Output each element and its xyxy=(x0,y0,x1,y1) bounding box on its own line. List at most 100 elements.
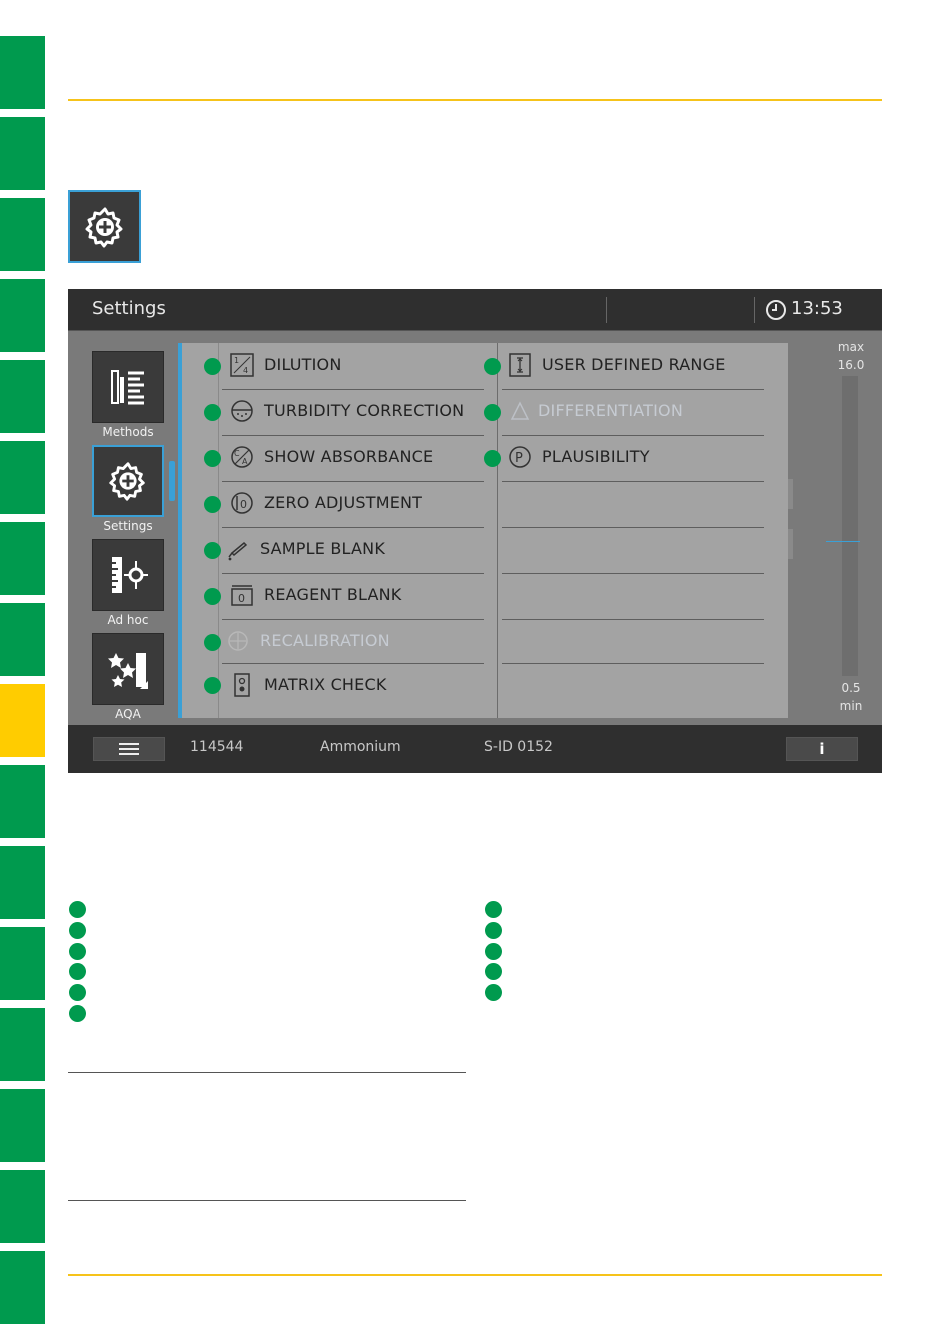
menu-button[interactable] xyxy=(93,737,165,761)
divider-line xyxy=(68,1072,466,1073)
legend-dot xyxy=(485,963,502,980)
legend-dot xyxy=(69,943,86,960)
side-tab xyxy=(0,360,45,433)
user-range-icon xyxy=(509,353,531,377)
side-tab xyxy=(0,441,45,514)
sidebar-label-adhoc: Ad hoc xyxy=(107,613,149,627)
sidebar-scroll-indicator[interactable] xyxy=(169,461,175,501)
settings-gear-icon xyxy=(68,190,141,263)
method-number: 114544 xyxy=(190,739,244,755)
reagent-blank-icon: 0 xyxy=(231,585,253,606)
settings-gear-icon xyxy=(109,462,145,501)
side-tab xyxy=(0,198,45,271)
svg-text:P: P xyxy=(515,451,523,466)
legend-dot xyxy=(69,984,86,1001)
annotation-dot xyxy=(204,404,221,421)
svg-text:C: C xyxy=(234,449,240,458)
matrix-check-icon xyxy=(234,673,250,697)
annotation-dot xyxy=(484,450,501,467)
menu-item-turbidity-correction[interactable]: TURBIDITY CORRECTION xyxy=(230,389,480,435)
bottom-rule xyxy=(68,1274,882,1276)
sample-id: S-ID 0152 xyxy=(484,739,553,755)
menu-item-user-defined-range[interactable]: USER DEFINED RANGE xyxy=(508,343,768,389)
sidebar-item-methods[interactable] xyxy=(92,351,164,423)
annotation-dot xyxy=(204,450,221,467)
menu-item-reagent-blank[interactable]: 0 REAGENT BLANK xyxy=(230,573,480,619)
annotation-dot xyxy=(204,496,221,513)
turbidity-icon xyxy=(231,400,253,422)
range-marker xyxy=(826,541,860,542)
annotation-dot xyxy=(204,358,221,375)
zero-adjustment-icon: 0 xyxy=(231,492,253,514)
menu-item-recalibration[interactable]: RECALIBRATION xyxy=(226,619,480,665)
sample-blank-icon xyxy=(228,541,248,561)
annotation-dot xyxy=(204,588,221,605)
annotation-dot xyxy=(204,677,221,694)
settings-menu-panel: 14 DILUTION TURBIDITY CORRECTION CA SHOW… xyxy=(178,343,788,718)
annotation-dot xyxy=(484,404,501,421)
side-tab xyxy=(0,1008,45,1081)
legend-dot xyxy=(69,1005,86,1022)
sidebar-item-adhoc[interactable] xyxy=(92,539,164,611)
hamburger-icon xyxy=(119,743,139,745)
sidebar-item-settings[interactable] xyxy=(92,445,164,517)
svg-text:4: 4 xyxy=(243,366,248,375)
range-max-value: 16.0 xyxy=(837,358,865,372)
parameter-name: Ammonium xyxy=(320,739,401,755)
side-tab xyxy=(0,846,45,919)
side-tab xyxy=(0,36,45,109)
annotation-dot xyxy=(204,542,221,559)
methods-icon xyxy=(111,370,144,405)
plausibility-icon: P xyxy=(509,446,531,468)
menu-item-dilution[interactable]: 14 DILUTION xyxy=(230,343,480,389)
menu-item-sample-blank[interactable]: SAMPLE BLANK xyxy=(226,527,480,573)
side-tab xyxy=(0,765,45,838)
absorbance-icon: CA xyxy=(231,446,253,468)
side-tab xyxy=(0,603,45,676)
side-tab xyxy=(0,927,45,1000)
device-screen: Settings 13:53 Methods Settings Ad hoc A… xyxy=(68,289,882,773)
adhoc-icon xyxy=(112,557,148,593)
legend-dot xyxy=(69,901,86,918)
svg-text:0: 0 xyxy=(238,592,245,605)
range-scale xyxy=(842,376,858,676)
top-rule xyxy=(68,99,882,101)
screen-title: Settings xyxy=(92,298,166,319)
sidebar-item-aqa[interactable] xyxy=(92,633,164,705)
menu-item-differentiation[interactable]: DIFFERENTIATION xyxy=(508,389,768,435)
side-tab xyxy=(0,522,45,595)
menu-item-matrix-check[interactable]: MATRIX CHECK xyxy=(230,663,480,709)
range-min-label: min xyxy=(839,699,863,713)
annotation-dot xyxy=(484,358,501,375)
menu-item-show-absorbance[interactable]: CA SHOW ABSORBANCE xyxy=(230,435,480,481)
svg-text:1: 1 xyxy=(234,356,239,365)
side-tab xyxy=(0,279,45,352)
side-tab-active xyxy=(0,684,45,757)
legend-dot xyxy=(69,963,86,980)
divider-line xyxy=(68,1200,466,1201)
menu-item-zero-adjustment[interactable]: 0 ZERO ADJUSTMENT xyxy=(230,481,480,527)
legend-dot xyxy=(485,922,502,939)
sidebar-label-settings: Settings xyxy=(103,519,153,533)
recalibration-icon xyxy=(228,631,248,651)
menu-item-plausibility[interactable]: P PLAUSIBILITY xyxy=(508,435,768,481)
clock-icon xyxy=(766,300,786,320)
legend-dot xyxy=(485,901,502,918)
legend-dot xyxy=(485,943,502,960)
annotation-dot xyxy=(204,634,221,651)
sidebar-label-aqa: AQA xyxy=(115,707,141,721)
differentiation-icon xyxy=(510,401,530,420)
range-max-label: max xyxy=(837,340,865,354)
sidebar-label-methods: Methods xyxy=(102,425,154,439)
title-bar: Settings 13:53 xyxy=(68,289,882,331)
status-bar: 114544 Ammonium S-ID 0152 i xyxy=(68,725,882,773)
side-tab xyxy=(0,1089,45,1162)
clock-time: 13:53 xyxy=(791,298,843,319)
aqa-stars-icon xyxy=(108,653,148,689)
svg-text:A: A xyxy=(242,457,248,466)
info-button[interactable]: i xyxy=(786,737,858,761)
legend-dot xyxy=(69,922,86,939)
side-tab xyxy=(0,1251,45,1324)
side-tab xyxy=(0,117,45,190)
range-min-value: 0.5 xyxy=(841,681,861,695)
